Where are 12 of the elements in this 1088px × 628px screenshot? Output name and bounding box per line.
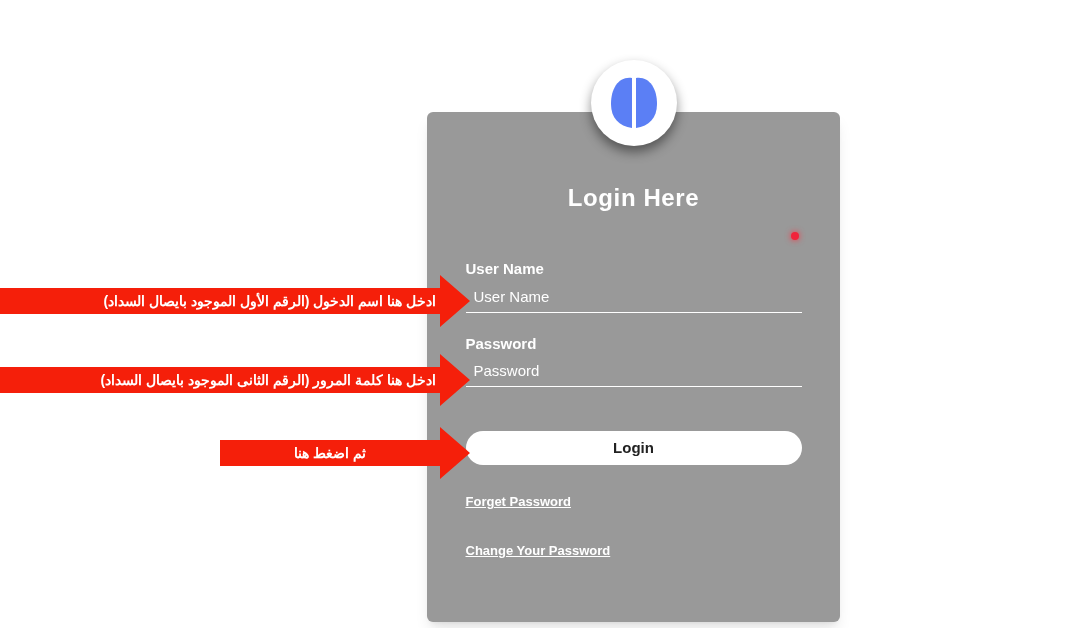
annotation-text: ثم اضغط هنا (293, 444, 367, 464)
field-label: User Name (465, 259, 545, 279)
username-field[interactable]: User Name (465, 286, 802, 313)
login-button[interactable]: Login (465, 431, 802, 465)
form-title: Login Here (567, 183, 700, 213)
annotation-text: ادخل هنا اسم الدخول (الرقم الأول الموجود بايصال السداد) (103, 291, 436, 312)
logo-icon (591, 60, 677, 146)
field-label: Password (465, 333, 538, 354)
password-field[interactable]: Password (465, 361, 802, 387)
link[interactable]: Change Your Password (465, 540, 611, 560)
link[interactable]: Forget Password (465, 492, 571, 512)
annotation-text: ادخل هنا كلمة المرور (الرقم الثانى الموجود بايصال السداد) (100, 371, 436, 391)
